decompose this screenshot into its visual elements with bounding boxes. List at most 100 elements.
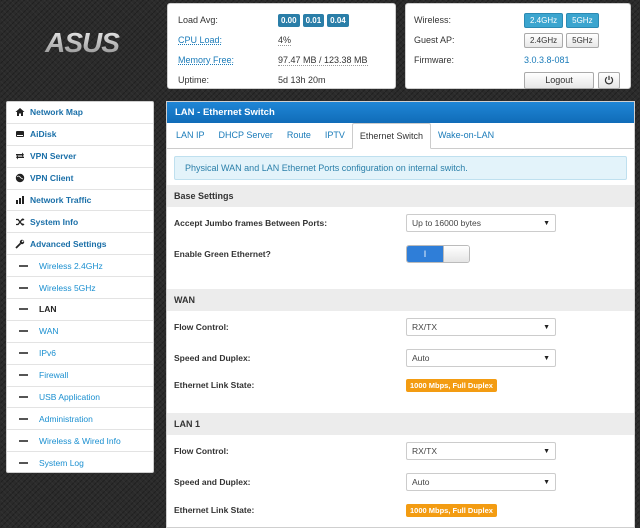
sidebar-subitem-system-log[interactable]: System Log [7,452,153,474]
tab-dhcp-server[interactable]: DHCP Server [212,122,280,148]
wrench-icon [15,239,25,249]
guest-24ghz-button[interactable]: 2.4GHz [524,32,564,48]
sidebar-subitem-label: IPv6 [39,348,57,359]
chevron-down-icon: ▼ [543,323,550,331]
sidebar-item-label: Advanced Settings [30,238,107,249]
load-avg-1m: 0.00 [278,13,300,27]
jumbo-frames-select[interactable]: Up to 16000 bytes ▼ [406,214,556,232]
wireless-label: Wireless: [414,15,452,25]
cpu-load-link[interactable]: CPU Load: [178,35,278,45]
lan1-speed-duplex-value: Auto [412,477,430,487]
wan-flow-control-select[interactable]: RX/TX ▼ [406,318,556,336]
chevron-down-icon: ▼ [543,478,550,486]
tab-ethernet-switch[interactable]: Ethernet Switch [351,123,431,149]
sidebar-subitem-wireless-24ghz[interactable]: Wireless 2.4GHz [7,255,153,278]
sidebar-item-network-traffic[interactable]: Network Traffic [7,190,153,212]
uptime-value: 5d 13h 20m [278,75,326,85]
sidebar-item-label: System Info [30,216,79,227]
wireless-panel: Wireless: 2.4GHz 5GHz Guest AP: 2.4GHz 5… [405,3,631,89]
load-avg-15m: 0.04 [327,13,349,27]
sidebar-item-network-map[interactable]: Network Map [7,102,153,124]
lan1-flow-control-select[interactable]: RX/TX ▼ [406,442,556,460]
wireless-row: Wireless: 2.4GHz 5GHz [414,10,622,30]
jumbo-frames-value: Up to 16000 bytes [412,218,481,228]
main-panel: LAN - Ethernet Switch LAN IP DHCP Server… [166,101,635,528]
load-avg-values: 0.00 0.01 0.04 [278,13,349,27]
lan1-speed-duplex-label: Speed and Duplex: [174,477,251,487]
tab-route[interactable]: Route [280,122,318,148]
sidebar-subitem-label: Wireless 2.4GHz [39,260,103,271]
firmware-label: Firmware: [414,55,454,65]
uptime-label: Uptime: [178,75,210,85]
dash-icon [19,330,28,333]
status-panel: Load Avg: 0.00 0.01 0.04 CPU Load: 4% Me… [167,3,396,89]
sidebar-subitem-label: Administration [39,413,93,424]
vpn-server-icon [15,151,25,161]
sidebar-item-label: VPN Server [30,151,77,162]
memory-free-link[interactable]: Memory Free: [178,55,278,65]
traffic-icon [15,195,25,205]
sidebar-subitem-wan[interactable]: WAN [7,321,153,343]
wan-link-state-row: Ethernet Link State: 1000 Mbps, Full Dup… [167,373,634,397]
tab-iptv[interactable]: IPTV [318,122,352,148]
sidebar-subitem-administration[interactable]: Administration [7,408,153,431]
sidebar-item-vpn-server[interactable]: VPN Server [7,146,153,168]
sidebar-subitem-firewall[interactable]: Firewall [7,365,153,387]
info-message: Physical WAN and LAN Ethernet Ports conf… [174,156,627,180]
sidebar-subitem-label: USB Application [39,392,100,403]
chevron-down-icon: ▼ [543,447,550,455]
section-wan: WAN [167,289,634,311]
sidebar-item-system-info[interactable]: System Info [7,211,153,234]
chevron-down-icon: ▼ [543,219,550,227]
cpu-load-value: 4% [278,34,292,46]
wan-speed-duplex-select[interactable]: Auto ▼ [406,349,556,367]
sidebar-subitem-wireless-wired-info[interactable]: Wireless & Wired Info [7,430,153,453]
wireless-24ghz-button[interactable]: 2.4GHz [524,12,564,28]
section-lan1: LAN 1 [167,413,634,435]
chevron-down-icon: ▼ [543,354,550,362]
section-base-settings: Base Settings [167,185,634,207]
dash-icon [19,286,28,289]
page-title: LAN - Ethernet Switch [167,102,634,123]
firmware-value[interactable]: 3.0.3.8-081 [524,55,570,65]
load-avg-label: Load Avg: [178,15,218,25]
lan1-speed-duplex-select[interactable]: Auto ▼ [406,473,556,491]
sidebar-subitem-lan[interactable]: LAN [7,299,153,321]
wan-flow-control-label: Flow Control: [174,322,229,332]
sidebar-subitem-wireless-5ghz[interactable]: Wireless 5GHz [7,277,153,300]
sidebar: Network Map AiDisk VPN Server VPN Client… [6,101,154,473]
sidebar-item-label: Network Traffic [30,195,92,205]
green-ethernet-toggle[interactable]: I [406,245,470,263]
asus-logo: ASUS [44,28,121,58]
sidebar-subitem-usb-application[interactable]: USB Application [7,387,153,409]
firmware-row: Firmware: 3.0.3.8-081 [414,50,622,70]
wan-speed-duplex-label: Speed and Duplex: [174,353,251,363]
home-icon [15,107,25,117]
logout-button[interactable]: Logout [524,71,594,89]
sidebar-subitem-label: System Log [39,458,84,469]
logout-row: Logout [414,70,622,90]
sidebar-item-aidisk[interactable]: AiDisk [7,124,153,146]
power-button[interactable] [598,71,620,89]
guest-5ghz-button[interactable]: 5GHz [566,32,599,48]
dash-icon [19,439,28,442]
sidebar-item-vpn-client[interactable]: VPN Client [7,168,153,190]
jumbo-frames-label: Accept Jumbo frames Between Ports: [174,218,328,228]
sidebar-subitem-label: Wireless & Wired Info [39,435,121,446]
guest-ap-label: Guest AP: [414,35,455,45]
sidebar-item-advanced-settings[interactable]: Advanced Settings [7,233,153,256]
dash-icon [19,462,28,465]
tab-wake-on-lan[interactable]: Wake-on-LAN [431,122,501,148]
wan-flow-control-value: RX/TX [412,322,438,332]
wan-speed-duplex-value: Auto [412,353,430,363]
lan1-link-state-label: Ethernet Link State: [174,505,255,515]
toggle-handle [443,246,469,262]
wireless-5ghz-button[interactable]: 5GHz [566,12,599,28]
disk-icon [15,129,25,139]
uptime-row: Uptime: 5d 13h 20m [178,70,385,90]
tab-lan-ip[interactable]: LAN IP [169,122,212,148]
dash-icon [19,374,28,377]
sidebar-subitem-ipv6[interactable]: IPv6 [7,343,153,365]
